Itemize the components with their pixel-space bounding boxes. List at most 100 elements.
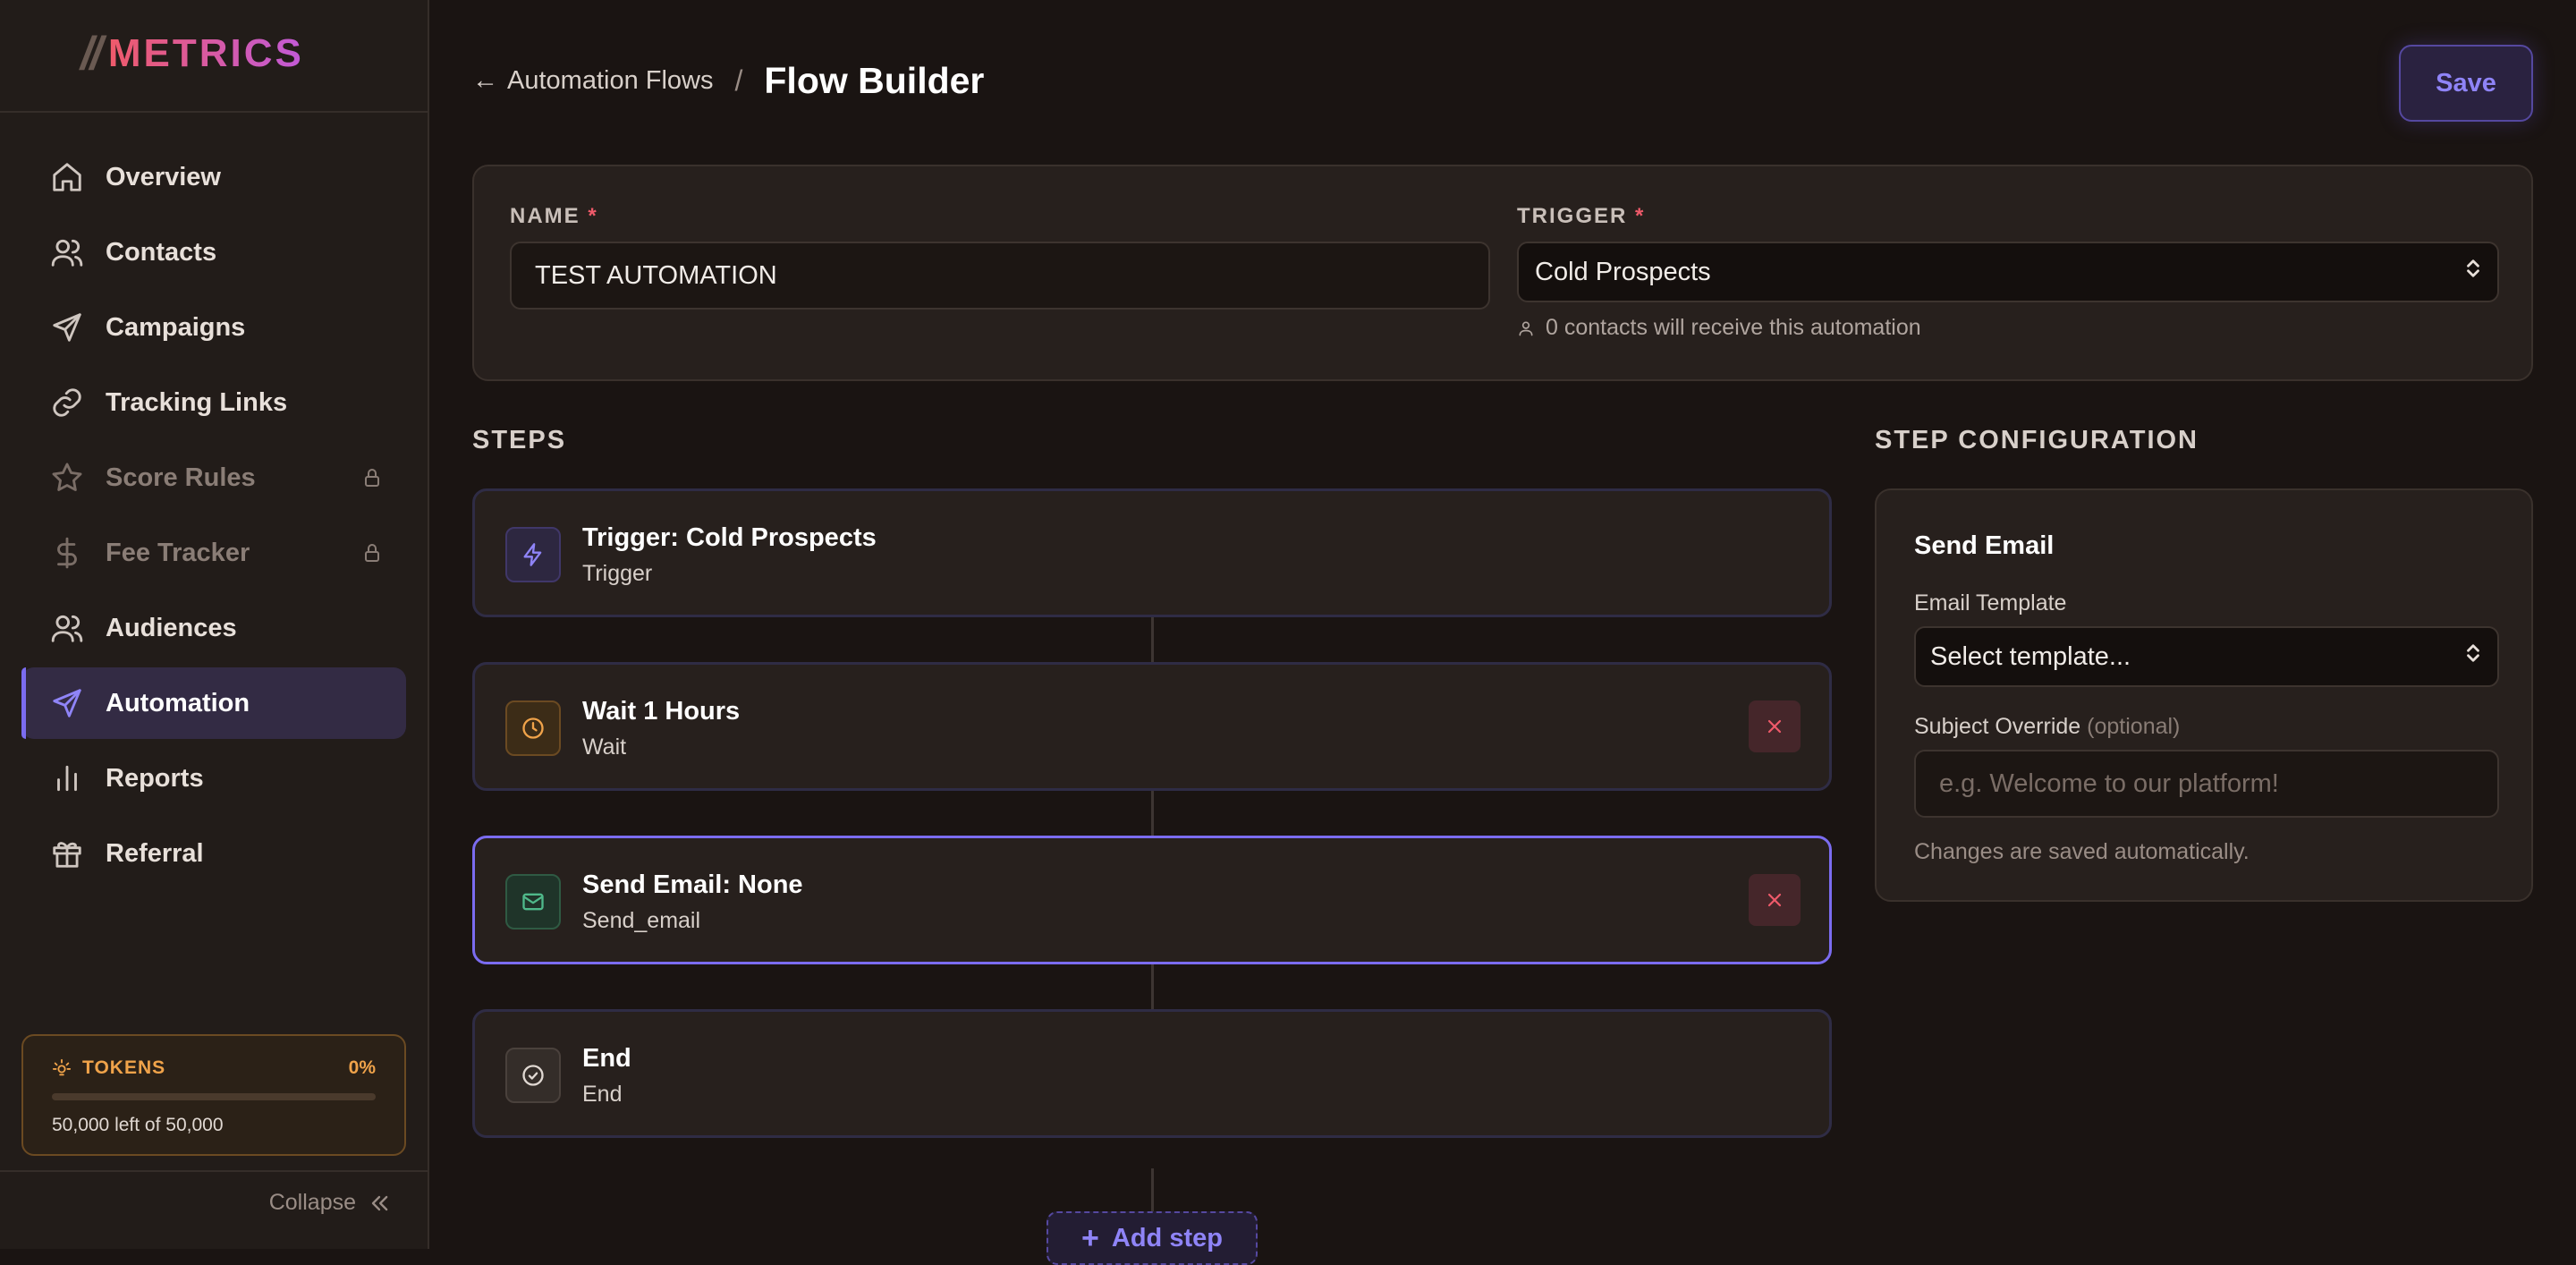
optional-tag: (optional) xyxy=(2087,714,2181,739)
logo-wordmark: METRICS xyxy=(107,31,304,75)
users-icon xyxy=(48,609,86,647)
logo[interactable]: // METRICS xyxy=(80,27,304,81)
sidebar: // METRICS Overview Contacts Campaigns T… xyxy=(0,0,429,1249)
step-connector xyxy=(1151,617,1154,662)
sidebar-item-label: Fee Tracker xyxy=(106,538,250,567)
required-mark: * xyxy=(588,204,598,228)
name-input[interactable]: TEST AUTOMATION xyxy=(510,242,1490,310)
back-arrow-icon: ← xyxy=(472,65,498,95)
sidebar-item-label: Overview xyxy=(106,162,221,191)
delete-step-button[interactable] xyxy=(1749,874,1801,926)
step-connector xyxy=(1151,791,1154,836)
sidebar-nav: Overview Contacts Campaigns Tracking Lin… xyxy=(21,141,406,893)
breadcrumb-label: Automation Flows xyxy=(507,65,714,95)
subject-override-input[interactable]: e.g. Welcome to our platform! xyxy=(1914,750,2499,818)
trigger-hint: 0 contacts will receive this automation xyxy=(1517,315,1921,341)
step-title: Wait 1 Hours xyxy=(582,697,741,726)
gift-icon xyxy=(48,835,86,872)
trigger-label: TRIGGER * xyxy=(1517,204,1645,229)
sidebar-item-label: Reports xyxy=(106,763,204,793)
step-card-end[interactable]: End End xyxy=(472,1009,1832,1138)
save-button[interactable]: Save xyxy=(2399,45,2533,122)
sidebar-item-label: Score Rules xyxy=(106,463,256,492)
close-icon xyxy=(1764,716,1785,737)
sidebar-item-audiences[interactable]: Audiences xyxy=(21,592,406,664)
steps-section-title: STEPS xyxy=(472,426,567,454)
step-config-card: Send Email Email Template Select templat… xyxy=(1875,488,2533,902)
sidebar-item-label: Tracking Links xyxy=(106,387,288,417)
trigger-select[interactable]: Cold Prospects xyxy=(1517,242,2499,302)
config-section-title: STEP CONFIGURATION xyxy=(1875,426,2199,454)
double-chevron-left-icon xyxy=(356,1191,392,1216)
plus-icon: + xyxy=(1081,1220,1099,1255)
delete-step-button[interactable] xyxy=(1749,700,1801,752)
subject-placeholder: e.g. Welcome to our platform! xyxy=(1939,768,2279,798)
email-template-value: Select template... xyxy=(1930,641,2131,671)
logo-slashes: // xyxy=(80,28,103,80)
name-label: NAME * xyxy=(510,204,598,229)
step-type: Wait xyxy=(582,734,627,760)
chevron-updown-icon xyxy=(2463,256,2483,288)
sidebar-divider xyxy=(0,111,428,113)
clock-icon xyxy=(505,700,561,756)
dollar-icon xyxy=(48,534,86,572)
sidebar-item-contacts[interactable]: Contacts xyxy=(21,216,406,288)
step-type: End xyxy=(582,1082,623,1107)
send-icon xyxy=(48,309,86,346)
lightning-icon xyxy=(505,527,561,582)
sidebar-item-label: Automation xyxy=(106,688,250,717)
sidebar-item-fee-tracker[interactable]: Fee Tracker xyxy=(21,517,406,589)
email-template-select[interactable]: Select template... xyxy=(1914,626,2499,687)
step-card-wait[interactable]: Wait 1 Hours Wait xyxy=(472,662,1832,791)
tokens-remaining: 50,000 left of 50,000 xyxy=(52,1115,224,1135)
check-circle-icon xyxy=(505,1048,561,1103)
step-connector xyxy=(1151,1168,1154,1211)
sidebar-item-referral[interactable]: Referral xyxy=(21,818,406,889)
step-title: Trigger: Cold Prospects xyxy=(582,523,877,552)
sidebar-item-label: Contacts xyxy=(106,237,217,267)
step-card-send-email[interactable]: Send Email: None Send_email xyxy=(472,836,1832,964)
tokens-percent: 0% xyxy=(348,1057,376,1078)
sidebar-item-label: Campaigns xyxy=(106,312,246,342)
breadcrumb-back-link[interactable]: ← Automation Flows xyxy=(472,66,714,96)
user-icon xyxy=(1517,319,1535,337)
sidebar-item-campaigns[interactable]: Campaigns xyxy=(21,292,406,363)
close-icon xyxy=(1764,889,1785,911)
name-label-text: NAME xyxy=(510,204,580,228)
sidebar-item-overview[interactable]: Overview xyxy=(21,141,406,213)
subject-label-text: Subject Override xyxy=(1914,714,2081,739)
config-title: Send Email xyxy=(1914,531,2055,560)
link-icon xyxy=(48,384,86,421)
email-template-label: Email Template xyxy=(1914,590,2067,616)
collapse-button[interactable]: Collapse xyxy=(269,1190,392,1216)
sidebar-item-score-rules[interactable]: Score Rules xyxy=(21,442,406,514)
home-icon xyxy=(48,158,86,196)
tokens-progress-bar xyxy=(52,1093,376,1100)
tokens-label: TOKENS xyxy=(82,1057,166,1078)
flow-settings-card: NAME * TEST AUTOMATION TRIGGER * Cold Pr… xyxy=(472,165,2533,381)
send-icon xyxy=(48,684,86,722)
step-card-trigger[interactable]: Trigger: Cold Prospects Trigger xyxy=(472,488,1832,617)
step-title: Send Email: None xyxy=(582,870,803,899)
sidebar-item-label: Audiences xyxy=(106,613,237,642)
sidebar-item-label: Referral xyxy=(106,838,204,868)
lock-icon xyxy=(361,467,383,493)
trigger-label-text: TRIGGER xyxy=(1517,204,1628,228)
lightbulb-icon xyxy=(52,1058,72,1078)
collapse-label: Collapse xyxy=(268,1190,356,1215)
step-type: Trigger xyxy=(582,561,653,586)
add-step-button[interactable]: + Add step xyxy=(1046,1211,1258,1265)
step-type: Send_email xyxy=(582,908,701,933)
sidebar-item-tracking-links[interactable]: Tracking Links xyxy=(21,367,406,438)
subject-override-label: Subject Override (optional) xyxy=(1914,714,2180,740)
page-header: ← Automation Flows / Flow Builder xyxy=(472,54,984,107)
required-mark: * xyxy=(1635,204,1646,228)
step-title: End xyxy=(582,1044,631,1073)
mail-icon xyxy=(505,874,561,930)
sidebar-item-automation[interactable]: Automation xyxy=(21,667,406,739)
tokens-widget[interactable]: TOKENS 0% 50,000 left of 50,000 xyxy=(21,1034,406,1156)
name-input-value: TEST AUTOMATION xyxy=(535,260,777,290)
step-connector xyxy=(1151,964,1154,1009)
lock-icon xyxy=(361,542,383,568)
sidebar-item-reports[interactable]: Reports xyxy=(21,743,406,814)
